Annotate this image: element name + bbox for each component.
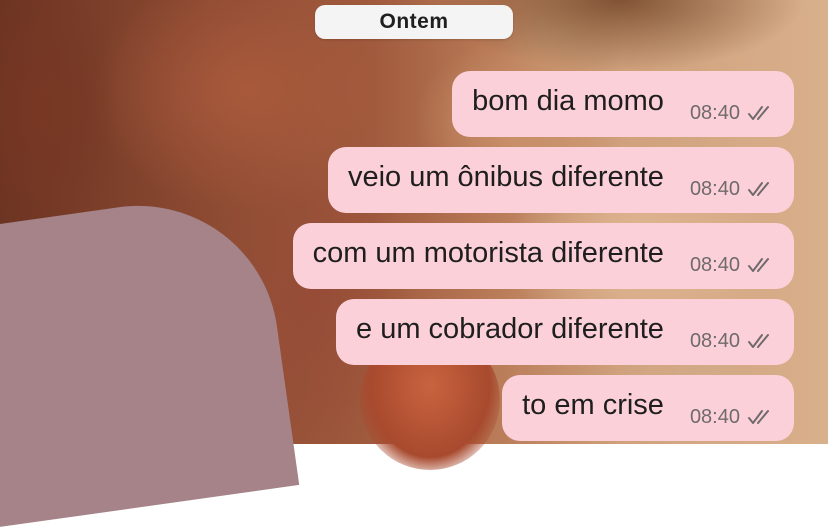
message-meta: 08:40 bbox=[690, 102, 774, 125]
message-meta: 08:40 bbox=[690, 330, 774, 353]
message-time: 08:40 bbox=[689, 405, 740, 428]
message-text: com um motorista diferente bbox=[312, 236, 664, 269]
message-time: 08:40 bbox=[689, 177, 740, 200]
message-text: e um cobrador diferente bbox=[356, 312, 664, 345]
outgoing-message[interactable]: to em crise 08:40 bbox=[502, 375, 794, 441]
message-meta: 08:40 bbox=[690, 178, 774, 201]
double-check-icon bbox=[748, 410, 769, 424]
message-text: veio um ônibus diferente bbox=[347, 160, 664, 193]
message-text: to em crise bbox=[522, 388, 664, 421]
outgoing-message[interactable]: veio um ônibus diferente 08:40 bbox=[327, 147, 794, 213]
message-time: 08:40 bbox=[689, 101, 740, 124]
message-time: 08:40 bbox=[689, 253, 740, 276]
double-check-icon bbox=[748, 182, 769, 196]
outgoing-message[interactable]: e um cobrador diferente 08:40 bbox=[336, 299, 794, 365]
message-meta: 08:40 bbox=[690, 406, 774, 429]
message-time: 08:40 bbox=[689, 329, 740, 352]
double-check-icon bbox=[748, 106, 769, 120]
message-text: bom dia momo bbox=[472, 84, 664, 117]
double-check-icon bbox=[748, 258, 769, 272]
outgoing-message[interactable]: com um motorista diferente 08:40 bbox=[292, 223, 794, 289]
double-check-icon bbox=[748, 334, 769, 348]
date-separator: Ontem bbox=[315, 5, 513, 39]
outgoing-message[interactable]: bom dia momo 08:40 bbox=[452, 71, 794, 137]
message-meta: 08:40 bbox=[690, 254, 774, 277]
